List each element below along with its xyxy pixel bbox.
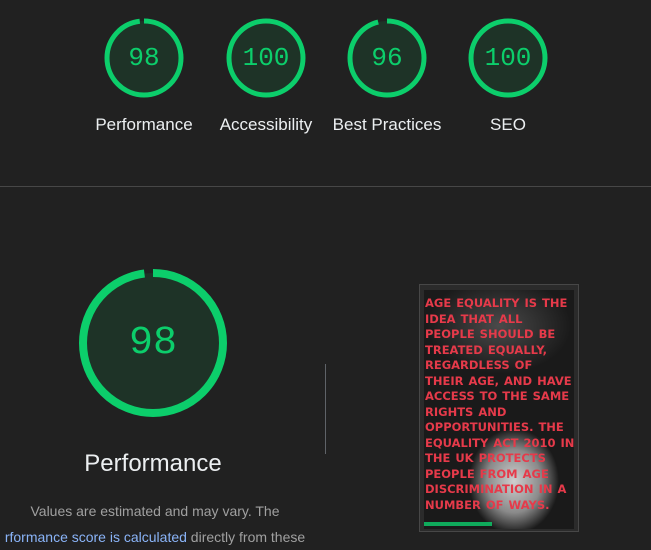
gauge-score: 100 (484, 43, 532, 73)
gauge-seo[interactable]: 100 (468, 18, 548, 98)
gauge-performance[interactable]: 98 (104, 18, 184, 98)
final-screenshot[interactable]: Age equality is the idea that all people… (424, 290, 574, 529)
vertical-divider (325, 364, 326, 454)
screenshot-text: Age equality is the idea that all people… (425, 296, 574, 512)
note-text: Values are estimated and may vary. The (30, 503, 280, 519)
gauge-score: 100 (242, 43, 290, 73)
gauge-label-performance: Performance (95, 115, 193, 134)
gauge-label-accessibility: Accessibility (219, 115, 313, 134)
gauge-score: 98 (128, 43, 160, 73)
performance-title: Performance (84, 450, 222, 477)
performance-gauge: 98 (78, 268, 228, 418)
section-divider (0, 186, 651, 187)
score-note: Values are estimated and may vary. The r… (0, 498, 330, 550)
note-text-suffix: directly from these (186, 529, 306, 545)
gauge-accessibility[interactable]: 100 (226, 18, 306, 98)
gauge-score: 96 (371, 43, 403, 73)
score-calculated-link[interactable]: rformance score is calculated (5, 529, 187, 545)
screenshot-bar (424, 522, 492, 526)
performance-score: 98 (128, 320, 177, 366)
gauge-label-seo: SEO (490, 115, 526, 134)
gauge-label-best-practices: Best Practices (332, 115, 442, 134)
gauge-best-practices[interactable]: 96 (347, 18, 427, 98)
